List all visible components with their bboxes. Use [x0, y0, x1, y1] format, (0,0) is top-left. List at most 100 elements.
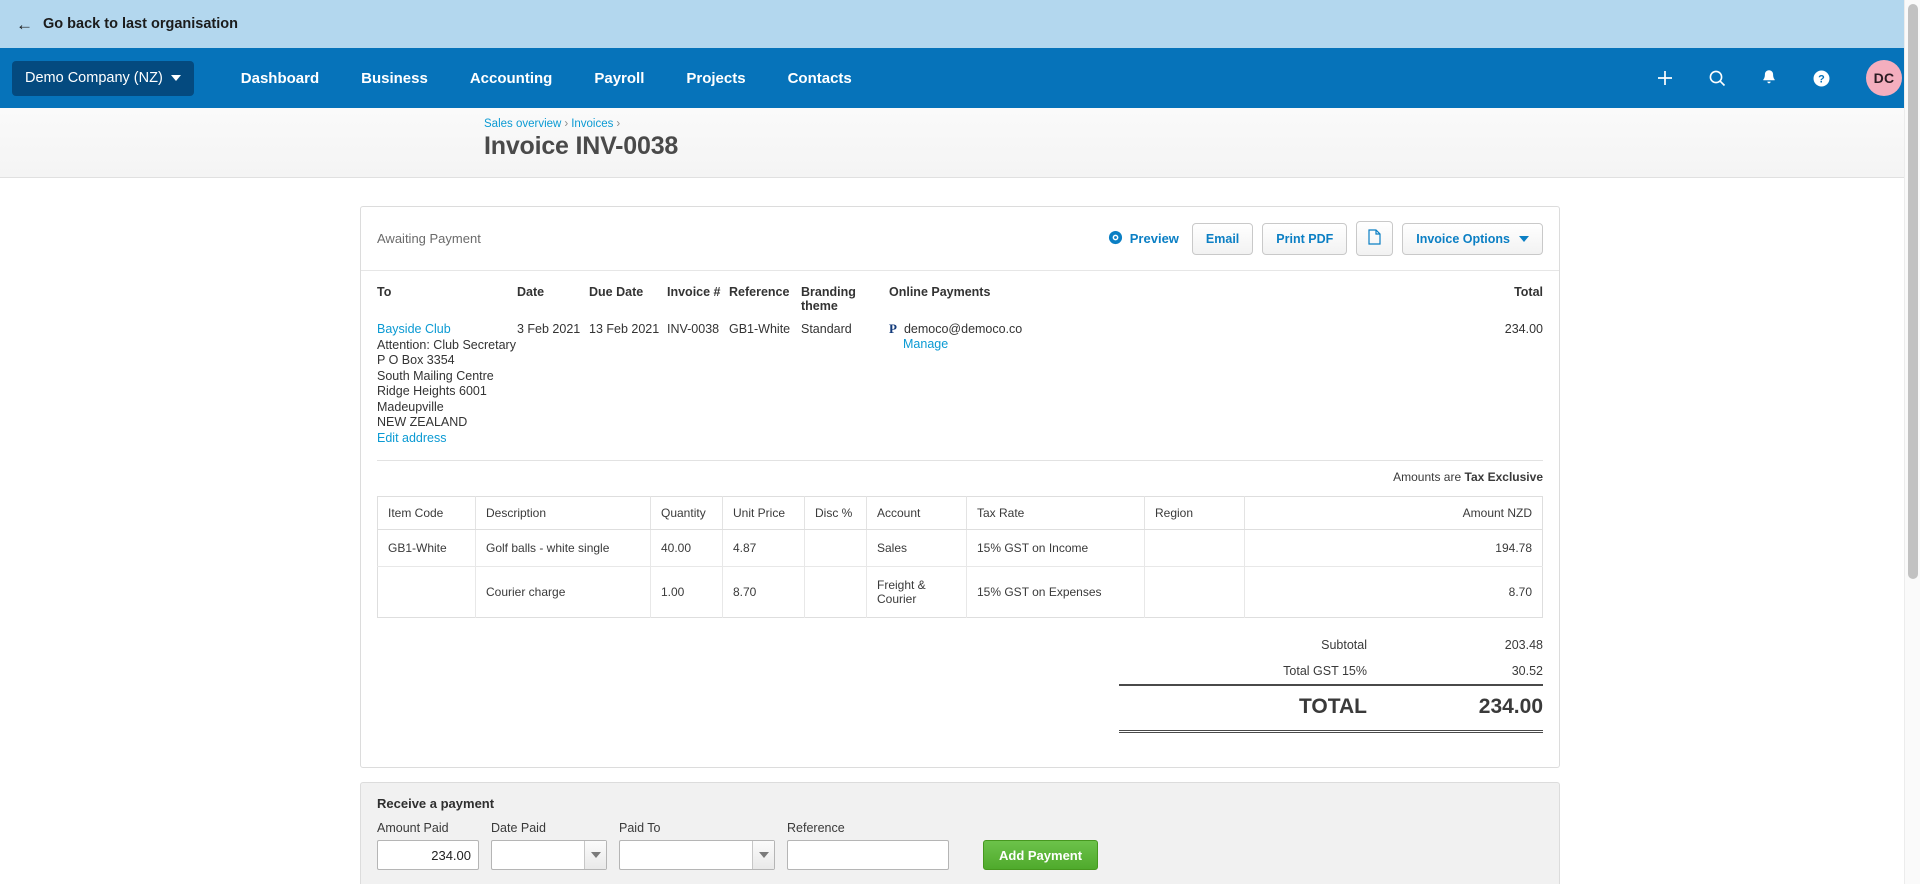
cell-amount: 194.78: [1244, 529, 1543, 567]
go-back-label: Go back to last organisation: [43, 16, 238, 32]
meta-header-due-date: Due Date: [589, 285, 644, 299]
nav-items: Dashboard Business Accounting Payroll Pr…: [220, 70, 873, 87]
tax-note-prefix: Amounts are: [1393, 470, 1462, 484]
invoice-meta: To Date Due Date Invoice # Reference Bra…: [361, 271, 1559, 450]
edit-address-link[interactable]: Edit address: [377, 431, 446, 445]
meta-header-row: To Date Due Date Invoice # Reference Bra…: [377, 285, 1543, 322]
email-button[interactable]: Email: [1191, 222, 1254, 255]
date-paid-select-wrap: [491, 840, 607, 870]
tax-note: Amounts are Tax Exclusive: [361, 461, 1559, 484]
amount-paid-input[interactable]: [377, 840, 479, 870]
contact-address-line: Madeupville: [377, 399, 444, 414]
manage-payments-link[interactable]: Manage: [903, 337, 948, 351]
invoice-header-total: 234.00: [1504, 322, 1543, 336]
contact-address-line: P O Box 3354: [377, 353, 455, 367]
nav-item-business[interactable]: Business: [340, 70, 449, 87]
cell-account: Freight & Courier: [866, 566, 967, 618]
contact-address-line: NEW ZEALAND: [377, 415, 468, 429]
invoice-actions: Preview Email Print PDF Invoice Options: [1108, 221, 1543, 256]
grand-total-row: TOTAL 234.00: [1119, 684, 1543, 733]
chevron-down-icon[interactable]: [752, 841, 774, 869]
breadcrumb-separator: ›: [564, 118, 569, 130]
scrollbar-thumb[interactable]: [1908, 4, 1918, 579]
page-scrollbar[interactable]: [1904, 0, 1920, 884]
content-area: Awaiting Payment Preview Email Print PDF…: [0, 178, 1920, 884]
table-row[interactable]: Courier charge 1.00 8.70 Freight & Couri…: [377, 566, 1543, 618]
document-copy-icon: [1368, 229, 1381, 248]
meta-value-row: Bayside Club Attention: Club Secretary P…: [377, 322, 1543, 450]
invoice-due-date: 13 Feb 2021: [589, 322, 660, 336]
search-icon[interactable]: [1706, 67, 1728, 89]
breadcrumb: Sales overview › Invoices ›: [484, 118, 1920, 130]
add-payment-button[interactable]: Add Payment: [983, 840, 1099, 870]
nav-item-accounting[interactable]: Accounting: [449, 70, 574, 87]
invoice-options-button[interactable]: Invoice Options: [1402, 222, 1543, 255]
nav-item-contacts[interactable]: Contacts: [767, 70, 873, 87]
invoice-reference: GB1-White: [729, 322, 791, 336]
status-badge: Awaiting Payment: [377, 231, 481, 246]
bell-icon[interactable]: [1758, 67, 1780, 89]
col-unit-price: Unit Price: [722, 496, 805, 530]
cell-tax-rate: 15% GST on Expenses: [966, 566, 1145, 618]
document-copy-button[interactable]: [1356, 221, 1394, 256]
gst-row: Total GST 15% 30.52: [1119, 658, 1543, 685]
meta-header-branding-theme: Branding theme: [801, 285, 856, 313]
reference-input[interactable]: [787, 840, 949, 870]
invoice-card-header: Awaiting Payment Preview Email Print PDF…: [361, 207, 1559, 271]
date-paid-label: Date Paid: [491, 821, 546, 835]
preview-button[interactable]: Preview: [1108, 230, 1179, 248]
grand-total-value: 234.00: [1413, 684, 1543, 733]
meta-header-to: To: [377, 285, 392, 299]
amount-paid-field-group: Amount Paid: [377, 821, 479, 870]
paypal-icon: P: [889, 321, 897, 336]
cell-tax-rate: 15% GST on Income: [966, 529, 1145, 567]
cell-quantity: 40.00: [650, 529, 723, 567]
plus-icon[interactable]: [1654, 67, 1676, 89]
breadcrumb-separator-2: ›: [616, 118, 621, 130]
card-bottom-spacer: [361, 733, 1559, 767]
meta-header-invoice-no: Invoice #: [667, 285, 721, 299]
online-payments-block: P democo@democo.co Manage: [889, 322, 1443, 450]
receive-payment-form: Amount Paid Date Paid Paid To Reference: [377, 821, 1543, 870]
amount-paid-label: Amount Paid: [377, 821, 449, 835]
cell-unit-price: 4.87: [722, 529, 805, 567]
cell-description: Golf balls - white single: [475, 529, 651, 567]
subtotal-label: Subtotal: [1321, 638, 1367, 652]
cell-item-code: GB1-White: [377, 529, 476, 567]
invoice-branding-theme: Standard: [801, 322, 852, 336]
table-row[interactable]: GB1-White Golf balls - white single 40.0…: [377, 529, 1543, 567]
grand-total-label: TOTAL: [1119, 684, 1413, 733]
paid-to-field-group: Paid To: [619, 821, 775, 870]
print-pdf-button[interactable]: Print PDF: [1262, 222, 1348, 255]
nav-item-projects[interactable]: Projects: [665, 70, 766, 87]
go-back-link[interactable]: ← Go back to last organisation: [16, 16, 238, 33]
col-quantity: Quantity: [650, 496, 723, 530]
help-icon[interactable]: ?: [1810, 67, 1832, 89]
contact-name-link[interactable]: Bayside Club: [377, 322, 451, 336]
col-description: Description: [475, 496, 651, 530]
cell-unit-price: 8.70: [722, 566, 805, 618]
meta-header-total: Total: [1514, 285, 1543, 299]
totals-section: Subtotal 203.48 Total GST 15% 30.52 TOTA…: [361, 618, 1559, 733]
receive-payment-panel: Receive a payment Amount Paid Date Paid …: [360, 782, 1560, 884]
contact-address-line: Attention: Club Secretary: [377, 337, 516, 352]
breadcrumb-invoices[interactable]: Invoices: [571, 118, 613, 130]
invoice-options-label: Invoice Options: [1416, 231, 1510, 246]
organisation-selector[interactable]: Demo Company (NZ): [12, 60, 194, 96]
col-item-code: Item Code: [377, 496, 476, 530]
avatar[interactable]: DC: [1866, 60, 1902, 96]
gst-label: Total GST 15%: [1283, 664, 1367, 678]
cell-quantity: 1.00: [650, 566, 723, 618]
nav-item-payroll[interactable]: Payroll: [573, 70, 665, 87]
contact-address-line: Ridge Heights 6001: [377, 384, 487, 398]
chevron-down-icon[interactable]: [584, 841, 606, 869]
paid-to-label: Paid To: [619, 821, 661, 835]
line-items-section: Item Code Description Quantity Unit Pric…: [361, 484, 1559, 618]
svg-text:?: ?: [1818, 73, 1825, 85]
organisation-name: Demo Company (NZ): [25, 69, 163, 86]
main-navigation-bar: Demo Company (NZ) Dashboard Business Acc…: [0, 48, 1920, 108]
nav-item-dashboard[interactable]: Dashboard: [220, 70, 340, 87]
breadcrumb-sales-overview[interactable]: Sales overview: [484, 118, 561, 130]
contact-block: Bayside Club Attention: Club Secretary P…: [377, 322, 517, 450]
subtotal-value: 203.48: [1504, 638, 1543, 652]
